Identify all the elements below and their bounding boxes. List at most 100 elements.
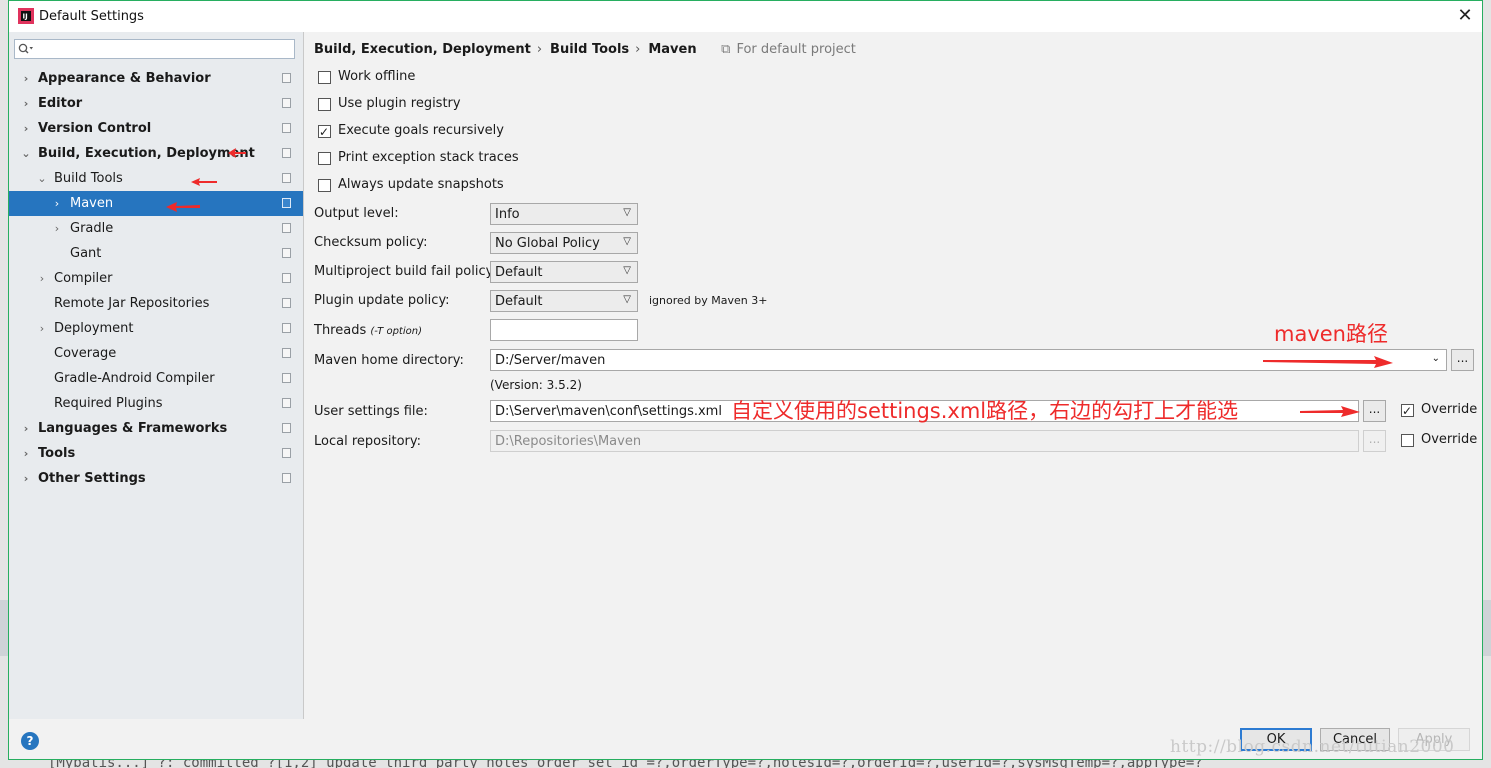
maven-home-browse-button[interactable]: ... <box>1451 349 1474 371</box>
chevron-right-icon: › <box>23 447 29 460</box>
annotation-maven-path: maven路径 <box>1274 322 1388 346</box>
copy-icon <box>282 398 291 408</box>
copy-icon <box>282 473 291 483</box>
sidebar-item-version-control[interactable]: › Version Control <box>9 116 303 141</box>
breadcrumb-item: Build Tools <box>550 42 630 57</box>
chevron-right-icon: › <box>23 422 29 435</box>
copy-icon <box>282 323 291 333</box>
maven-settings-panel: Build, Execution, Deployment › Build Tools… <box>304 32 1482 719</box>
multiproject-fail-label: Multiproject build fail policy: <box>314 264 497 279</box>
sidebar-item-appearance[interactable]: › Appearance & Behavior <box>9 66 303 91</box>
copy-icon <box>282 98 291 108</box>
title-bar: IJ Default Settings ✕ <box>9 1 1482 32</box>
close-icon[interactable]: ✕ <box>1454 4 1476 28</box>
breadcrumb-separator: › <box>536 42 543 57</box>
chevron-right-icon: › <box>23 97 29 110</box>
sidebar-item-required-plugins[interactable]: Required Plugins <box>9 391 303 416</box>
svg-text:IJ: IJ <box>23 13 28 21</box>
chevron-right-icon: › <box>54 197 60 210</box>
copy-icon <box>282 248 291 258</box>
sidebar-item-tools[interactable]: › Tools <box>9 441 303 466</box>
checkbox-box-checked <box>318 122 331 142</box>
window-title: Default Settings <box>39 9 144 24</box>
output-level-select[interactable]: Info ▽ <box>490 203 638 225</box>
checksum-policy-label: Checksum policy: <box>314 235 428 250</box>
maven-home-label: Maven home directory: <box>314 353 464 368</box>
breadcrumb-item: Build, Execution, Deployment <box>314 42 531 57</box>
threads-label: Threads (-T option) <box>314 323 422 338</box>
chevron-down-icon: ⌄ <box>1431 353 1440 364</box>
multiproject-fail-select[interactable]: Default ▽ <box>490 261 638 283</box>
breadcrumb: Build, Execution, Deployment › Build Tools… <box>314 42 862 57</box>
breadcrumb-separator: › <box>635 42 641 57</box>
local-repository-label: Local repository: <box>314 434 421 449</box>
checkbox-box <box>318 98 331 111</box>
copy-icon <box>282 148 291 158</box>
copy-icon <box>282 273 291 283</box>
chevron-down-icon: ⌄ <box>21 147 31 160</box>
checkbox-box-checked <box>1401 401 1414 421</box>
search-icon <box>18 43 33 54</box>
settings-sidebar: › Appearance & Behavior › Editor › Versi… <box>9 32 304 719</box>
chevron-right-icon: › <box>39 272 45 285</box>
copy-icon <box>282 448 291 458</box>
sidebar-item-other-settings[interactable]: › Other Settings <box>9 466 303 491</box>
local-repository-input[interactable]: D:\Repositories\Maven <box>490 430 1359 452</box>
sidebar-item-gradle-android-compiler[interactable]: Gradle-Android Compiler <box>9 366 303 391</box>
plugin-update-select[interactable]: Default ▽ <box>490 290 638 312</box>
chevron-right-icon: › <box>54 222 60 235</box>
annotation-settings-note: 自定义使用的settings.xml路径，右边的勾打上才能选 <box>731 399 1239 423</box>
sidebar-item-coverage[interactable]: Coverage <box>9 341 303 366</box>
user-settings-label: User settings file: <box>314 404 428 419</box>
sidebar-item-compiler[interactable]: › Compiler <box>9 266 303 291</box>
chevron-right-icon: › <box>23 472 29 485</box>
sidebar-item-maven[interactable]: › Maven <box>9 191 303 216</box>
local-repository-browse-button[interactable]: ... <box>1363 430 1386 452</box>
sidebar-item-gradle[interactable]: › Gradle <box>9 216 303 241</box>
sidebar-item-gant[interactable]: Gant <box>9 241 303 266</box>
copy-icon <box>282 373 291 383</box>
checksum-policy-select[interactable]: No Global Policy ▽ <box>490 232 638 254</box>
checkbox-box <box>318 71 331 84</box>
checkbox-box <box>318 179 331 192</box>
scope-label: For default project <box>736 42 856 57</box>
user-settings-browse-button[interactable]: ... <box>1363 400 1386 422</box>
scope-copy-icon: ⧉ <box>721 42 731 57</box>
search-input[interactable] <box>14 39 295 59</box>
copy-icon <box>282 348 291 358</box>
chevron-down-icon: ▽ <box>623 265 631 276</box>
copy-icon <box>282 198 291 208</box>
sidebar-item-build-execution-deployment[interactable]: ⌄ Build, Execution, Deployment <box>9 141 303 166</box>
chevron-right-icon: › <box>23 122 29 135</box>
breadcrumb-item: Maven <box>648 42 697 57</box>
sidebar-item-languages-frameworks[interactable]: › Languages & Frameworks <box>9 416 303 441</box>
annotation-arrow-icon <box>166 202 200 212</box>
sidebar-item-editor[interactable]: › Editor <box>9 91 303 116</box>
plugin-update-note: ignored by Maven 3+ <box>649 294 768 307</box>
copy-icon <box>282 223 291 233</box>
chevron-right-icon: › <box>39 322 45 335</box>
checkbox-box <box>1401 434 1414 447</box>
intellij-app-icon: IJ <box>18 8 34 24</box>
chevron-right-icon: › <box>23 72 29 85</box>
annotation-arrow-icon <box>1263 356 1393 368</box>
chevron-down-icon: ⌄ <box>37 172 47 185</box>
chevron-down-icon: ▽ <box>623 236 631 247</box>
checkbox-box <box>318 152 331 165</box>
copy-icon <box>282 298 291 308</box>
settings-dialog: IJ Default Settings ✕ › Appearance & Beh… <box>8 0 1483 760</box>
help-button[interactable]: ? <box>21 732 39 750</box>
annotation-arrow-icon <box>228 148 246 158</box>
copy-icon <box>282 173 291 183</box>
watermark-text: http://blog.csdn.net/tutian2000 <box>1170 737 1455 757</box>
output-level-label: Output level: <box>314 206 399 221</box>
threads-hint: (-T option) <box>370 326 422 337</box>
threads-input[interactable] <box>490 319 638 341</box>
annotation-arrow-icon <box>191 178 217 186</box>
sidebar-item-remote-jar-repositories[interactable]: Remote Jar Repositories <box>9 291 303 316</box>
chevron-down-icon: ▽ <box>623 207 631 218</box>
maven-version-text: (Version: 3.5.2) <box>490 378 582 392</box>
chevron-down-icon: ▽ <box>623 294 631 305</box>
sidebar-item-build-tools[interactable]: ⌄ Build Tools <box>9 166 303 191</box>
sidebar-item-deployment[interactable]: › Deployment <box>9 316 303 341</box>
